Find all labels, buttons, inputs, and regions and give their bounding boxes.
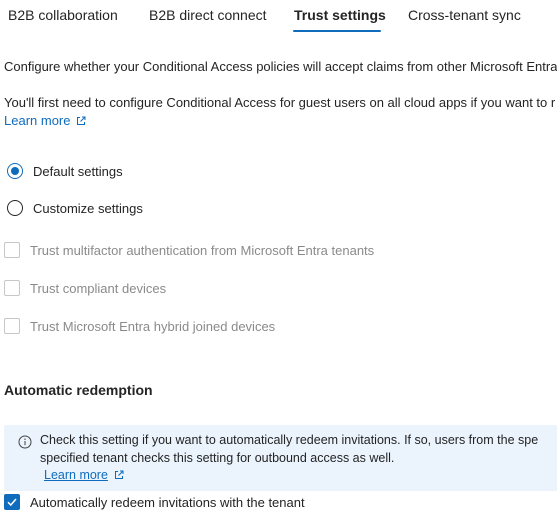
info-text-line-1: Check this setting if you want to automa… bbox=[40, 433, 539, 447]
radio-customize-settings[interactable]: Customize settings bbox=[7, 200, 143, 216]
description-line-2: You'll first need to configure Condition… bbox=[4, 95, 556, 110]
automatic-redemption-heading: Automatic redemption bbox=[4, 382, 153, 398]
description-line-1: Configure whether your Conditional Acces… bbox=[4, 59, 557, 74]
trust-mfa-option: Trust multifactor authentication from Mi… bbox=[4, 242, 374, 258]
learn-more-link[interactable]: Learn more bbox=[4, 113, 86, 128]
radio-default-settings[interactable]: Default settings bbox=[7, 163, 123, 179]
trust-compliant-devices-option: Trust compliant devices bbox=[4, 280, 166, 296]
trust-settings-page: B2B collaboration B2B direct connect Tru… bbox=[0, 0, 557, 522]
tab-b2b-direct-connect[interactable]: B2B direct connect bbox=[149, 7, 267, 23]
info-icon bbox=[18, 435, 32, 449]
trust-hybrid-joined-option: Trust Microsoft Entra hybrid joined devi… bbox=[4, 318, 275, 334]
external-link-icon bbox=[77, 116, 86, 125]
info-learn-more-label: Learn more bbox=[44, 468, 108, 482]
tab-trust-settings[interactable]: Trust settings bbox=[294, 7, 386, 23]
checkmark-icon bbox=[7, 498, 17, 507]
radio-customize-settings-label: Customize settings bbox=[33, 200, 143, 216]
auto-redeem-checkbox[interactable] bbox=[4, 494, 20, 510]
trust-mfa-label: Trust multifactor authentication from Mi… bbox=[30, 242, 375, 258]
info-message-bar: Check this setting if you want to automa… bbox=[4, 425, 557, 491]
trust-hybrid-joined-checkbox[interactable] bbox=[4, 318, 20, 334]
active-tab-indicator bbox=[293, 30, 381, 32]
external-link-icon bbox=[114, 470, 124, 479]
trust-hybrid-joined-label: Trust Microsoft Entra hybrid joined devi… bbox=[30, 318, 276, 334]
trust-mfa-checkbox[interactable] bbox=[4, 242, 20, 258]
radio-default-settings-label: Default settings bbox=[33, 163, 123, 179]
radio-customize-settings-button[interactable] bbox=[7, 200, 23, 216]
tab-b2b-collaboration[interactable]: B2B collaboration bbox=[8, 7, 118, 23]
auto-redeem-label: Automatically redeem invitations with th… bbox=[30, 494, 305, 510]
info-text-line-2: specified tenant checks this setting for… bbox=[40, 451, 395, 465]
trust-compliant-devices-checkbox[interactable] bbox=[4, 280, 20, 296]
radio-default-settings-button[interactable] bbox=[7, 163, 23, 179]
auto-redeem-option: Automatically redeem invitations with th… bbox=[4, 494, 305, 510]
info-learn-more-link[interactable]: Learn more bbox=[44, 468, 124, 482]
learn-more-label: Learn more bbox=[4, 113, 71, 128]
trust-compliant-devices-label: Trust compliant devices bbox=[30, 280, 167, 296]
tab-cross-tenant-sync[interactable]: Cross-tenant sync bbox=[408, 7, 521, 23]
